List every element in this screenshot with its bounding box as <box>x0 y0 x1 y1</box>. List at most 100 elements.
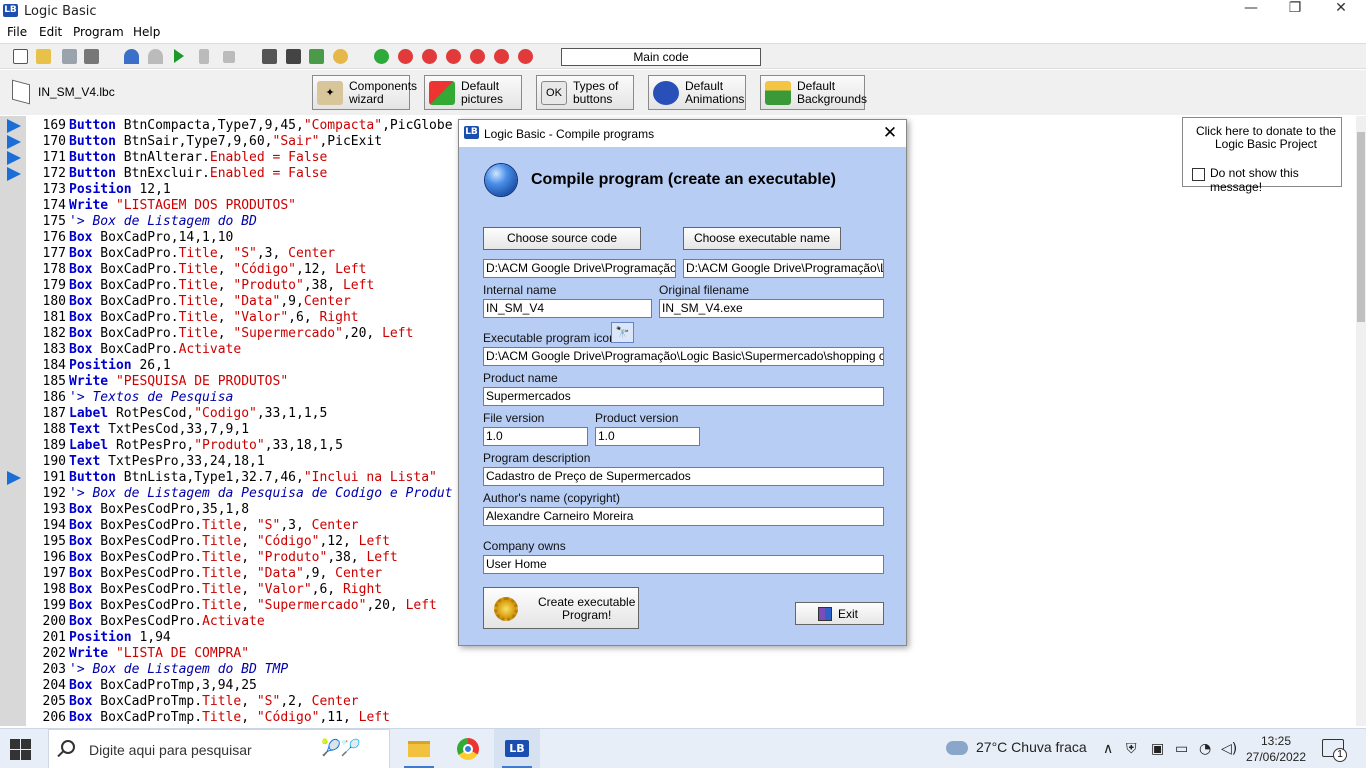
code-line[interactable]: 188 Text TxtPesCod,33,7,9,1 <box>26 422 250 438</box>
breakpoint-gutter[interactable] <box>0 116 26 726</box>
code-line[interactable]: 170 Button BtnSair,Type7,9,60,"Sair",PicE… <box>26 134 383 150</box>
minimize-button[interactable]: — <box>1228 0 1274 22</box>
volume-icon[interactable]: ◁) <box>1221 741 1237 757</box>
red-tool-6-icon[interactable] <box>518 49 533 64</box>
code-line[interactable]: 191 Button BtnLista,Type1,32.7,46,"Inclui… <box>26 470 437 486</box>
breakpoint-marker-icon[interactable] <box>7 167 21 181</box>
breakpoint-marker-icon[interactable] <box>7 135 21 149</box>
product-version-field[interactable]: 1.0 <box>595 427 700 446</box>
code-line[interactable]: 187 Label RotPesCod,"Codigo",33,1,1,5 <box>26 406 328 422</box>
vertical-scrollbar[interactable] <box>1356 116 1366 726</box>
main-code-selector[interactable]: Main code <box>561 48 761 66</box>
menu-help[interactable]: Help <box>133 25 160 39</box>
internal-name-field[interactable]: IN_SM_V4 <box>483 299 652 318</box>
do-not-show-label[interactable]: Do not show this message! <box>1210 166 1341 194</box>
red-tool-3-icon[interactable] <box>446 49 461 64</box>
company-owns-field[interactable]: User Home <box>483 555 884 574</box>
code-line[interactable]: 184 Position 26,1 <box>26 358 171 374</box>
code-line[interactable]: 189 Label RotPesPro,"Produto",33,18,1,5 <box>26 438 343 454</box>
choose-executable-name-button[interactable]: Choose executable name <box>683 227 841 250</box>
code-line[interactable]: 200 Box BoxPesCodPro.Activate <box>26 614 265 630</box>
code-line[interactable]: 202 Write "LISTA DE COMPRA" <box>26 646 250 662</box>
undo-icon[interactable] <box>124 49 139 64</box>
executable-path-field[interactable]: D:\ACM Google Drive\Programação\Logi <box>683 259 884 278</box>
components-wizard-button[interactable]: ✦ Components wizard <box>312 75 417 110</box>
code-line[interactable]: 195 Box BoxPesCodPro.Title, "Código",12, … <box>26 534 390 550</box>
wifi-icon[interactable]: ◔ <box>1199 741 1211 757</box>
find-icon[interactable] <box>262 49 277 64</box>
red-tool-2-icon[interactable] <box>422 49 437 64</box>
weather-widget[interactable]: 27°C Chuva fraca <box>946 739 1087 756</box>
breakpoint-marker-icon[interactable] <box>7 119 21 133</box>
stop-icon[interactable] <box>223 51 235 63</box>
code-line[interactable]: 199 Box BoxPesCodPro.Title, "Supermercado… <box>26 598 437 614</box>
code-line[interactable]: 203 '> Box de Listagem do BD TMP <box>26 662 289 678</box>
code-line[interactable]: 197 Box BoxPesCodPro.Title, "Data",9, Cen… <box>26 566 383 582</box>
tray-chevron-icon[interactable]: ∧ <box>1103 741 1113 757</box>
product-name-field[interactable]: Supermercados <box>483 387 884 406</box>
menu-file[interactable]: File <box>7 25 27 39</box>
create-executable-button[interactable]: Create executable Program! <box>483 587 639 629</box>
icon-path-field[interactable]: D:\ACM Google Drive\Programação\Logic Ba… <box>483 347 884 366</box>
pause-icon[interactable] <box>199 49 209 64</box>
default-backgrounds-button[interactable]: Default Backgrounds <box>760 75 867 110</box>
code-line[interactable]: 175 '> Box de Listagem do BD <box>26 214 257 230</box>
code-line[interactable]: 190 Text TxtPesPro,33,24,18,1 <box>26 454 265 470</box>
run-icon[interactable] <box>174 49 184 63</box>
red-tool-5-icon[interactable] <box>494 49 509 64</box>
dialog-close-button[interactable]: ✕ <box>879 123 901 143</box>
code-line[interactable]: 178 Box BoxCadPro.Title, "Código",12, Lef… <box>26 262 367 278</box>
do-not-show-checkbox[interactable] <box>1192 168 1205 181</box>
code-line[interactable]: 173 Position 12,1 <box>26 182 171 198</box>
code-line[interactable]: 171 Button BtnAlterar.Enabled = False <box>26 150 328 166</box>
taskbar-file-explorer[interactable] <box>396 729 442 768</box>
choose-source-code-button[interactable]: Choose source code <box>483 227 641 250</box>
code-line[interactable]: 193 Box BoxPesCodPro,35,1,8 <box>26 502 250 518</box>
close-button[interactable]: ✕ <box>1318 0 1364 22</box>
default-pictures-button[interactable]: Default pictures <box>424 75 522 110</box>
code-line[interactable]: 174 Write "LISTAGEM DOS PRODUTOS" <box>26 198 296 214</box>
original-filename-field[interactable]: IN_SM_V4.exe <box>659 299 884 318</box>
types-of-buttons-button[interactable]: OK Types of buttons <box>536 75 634 110</box>
open-folder-icon[interactable] <box>36 49 51 64</box>
code-line[interactable]: 177 Box BoxCadPro.Title, "S",3, Center <box>26 246 336 262</box>
file-version-field[interactable]: 1.0 <box>483 427 588 446</box>
security-icon[interactable]: ⛨ <box>1126 741 1137 757</box>
taskbar-clock[interactable]: 13:25 27/06/2022 <box>1244 733 1308 765</box>
list-icon[interactable] <box>286 49 301 64</box>
code-line[interactable]: 172 Button BtnExcluir.Enabled = False <box>26 166 328 182</box>
compile-icon[interactable] <box>309 49 324 64</box>
refresh-icon[interactable] <box>374 49 389 64</box>
breakpoint-marker-icon[interactable] <box>7 471 21 485</box>
redo-icon[interactable] <box>148 49 163 64</box>
default-animations-button[interactable]: Default Animations <box>648 75 746 110</box>
notification-center-icon[interactable]: 1 <box>1322 739 1347 762</box>
code-line[interactable]: 183 Box BoxCadPro.Activate <box>26 342 242 358</box>
new-file-icon[interactable] <box>13 49 28 64</box>
taskbar-logic-basic[interactable]: LB <box>494 729 540 768</box>
code-line[interactable]: 185 Write "PESQUISA DE PRODUTOS" <box>26 374 289 390</box>
code-line[interactable]: 186 '> Textos de Pesquisa <box>26 390 234 406</box>
code-line[interactable]: 169 Button BtnCompacta,Type7,9,45,"Compac… <box>26 118 453 134</box>
code-line[interactable]: 180 Box BoxCadPro.Title, "Data",9,Center <box>26 294 351 310</box>
red-tool-4-icon[interactable] <box>470 49 485 64</box>
exit-button[interactable]: Exit <box>795 602 884 625</box>
network-adapter-icon[interactable]: ▣ <box>1151 741 1164 757</box>
code-line[interactable]: 181 Box BoxCadPro.Title, "Valor",6, Right <box>26 310 359 326</box>
save-icon[interactable] <box>62 49 77 64</box>
red-tool-1-icon[interactable] <box>398 49 413 64</box>
taskbar-search-box[interactable]: Digite aqui para pesquisar 🎾🏸 <box>48 729 390 768</box>
code-line[interactable]: 198 Box BoxPesCodPro.Title, "Valor",6, Ri… <box>26 582 383 598</box>
menu-edit[interactable]: Edit <box>39 25 62 39</box>
code-line[interactable]: 201 Position 1,94 <box>26 630 171 646</box>
code-line[interactable]: 194 Box BoxPesCodPro.Title, "S",3, Center <box>26 518 359 534</box>
code-line[interactable]: 205 Box BoxCadProTmp.Title, "S",2, Center <box>26 694 359 710</box>
donate-panel[interactable]: Click here to donate to the Logic Basic … <box>1182 117 1342 194</box>
maximize-button[interactable]: ❐ <box>1272 0 1318 22</box>
donate-message[interactable]: Click here to donate to the Logic Basic … <box>1191 125 1341 151</box>
code-line[interactable]: 176 Box BoxCadPro,14,1,10 <box>26 230 234 246</box>
print-icon[interactable] <box>84 49 99 64</box>
code-line[interactable]: 192 '> Box de Listagem da Pesquisa de Cod… <box>26 486 453 502</box>
palette-icon[interactable] <box>333 49 348 64</box>
source-path-field[interactable]: D:\ACM Google Drive\Programação\Lo <box>483 259 676 278</box>
